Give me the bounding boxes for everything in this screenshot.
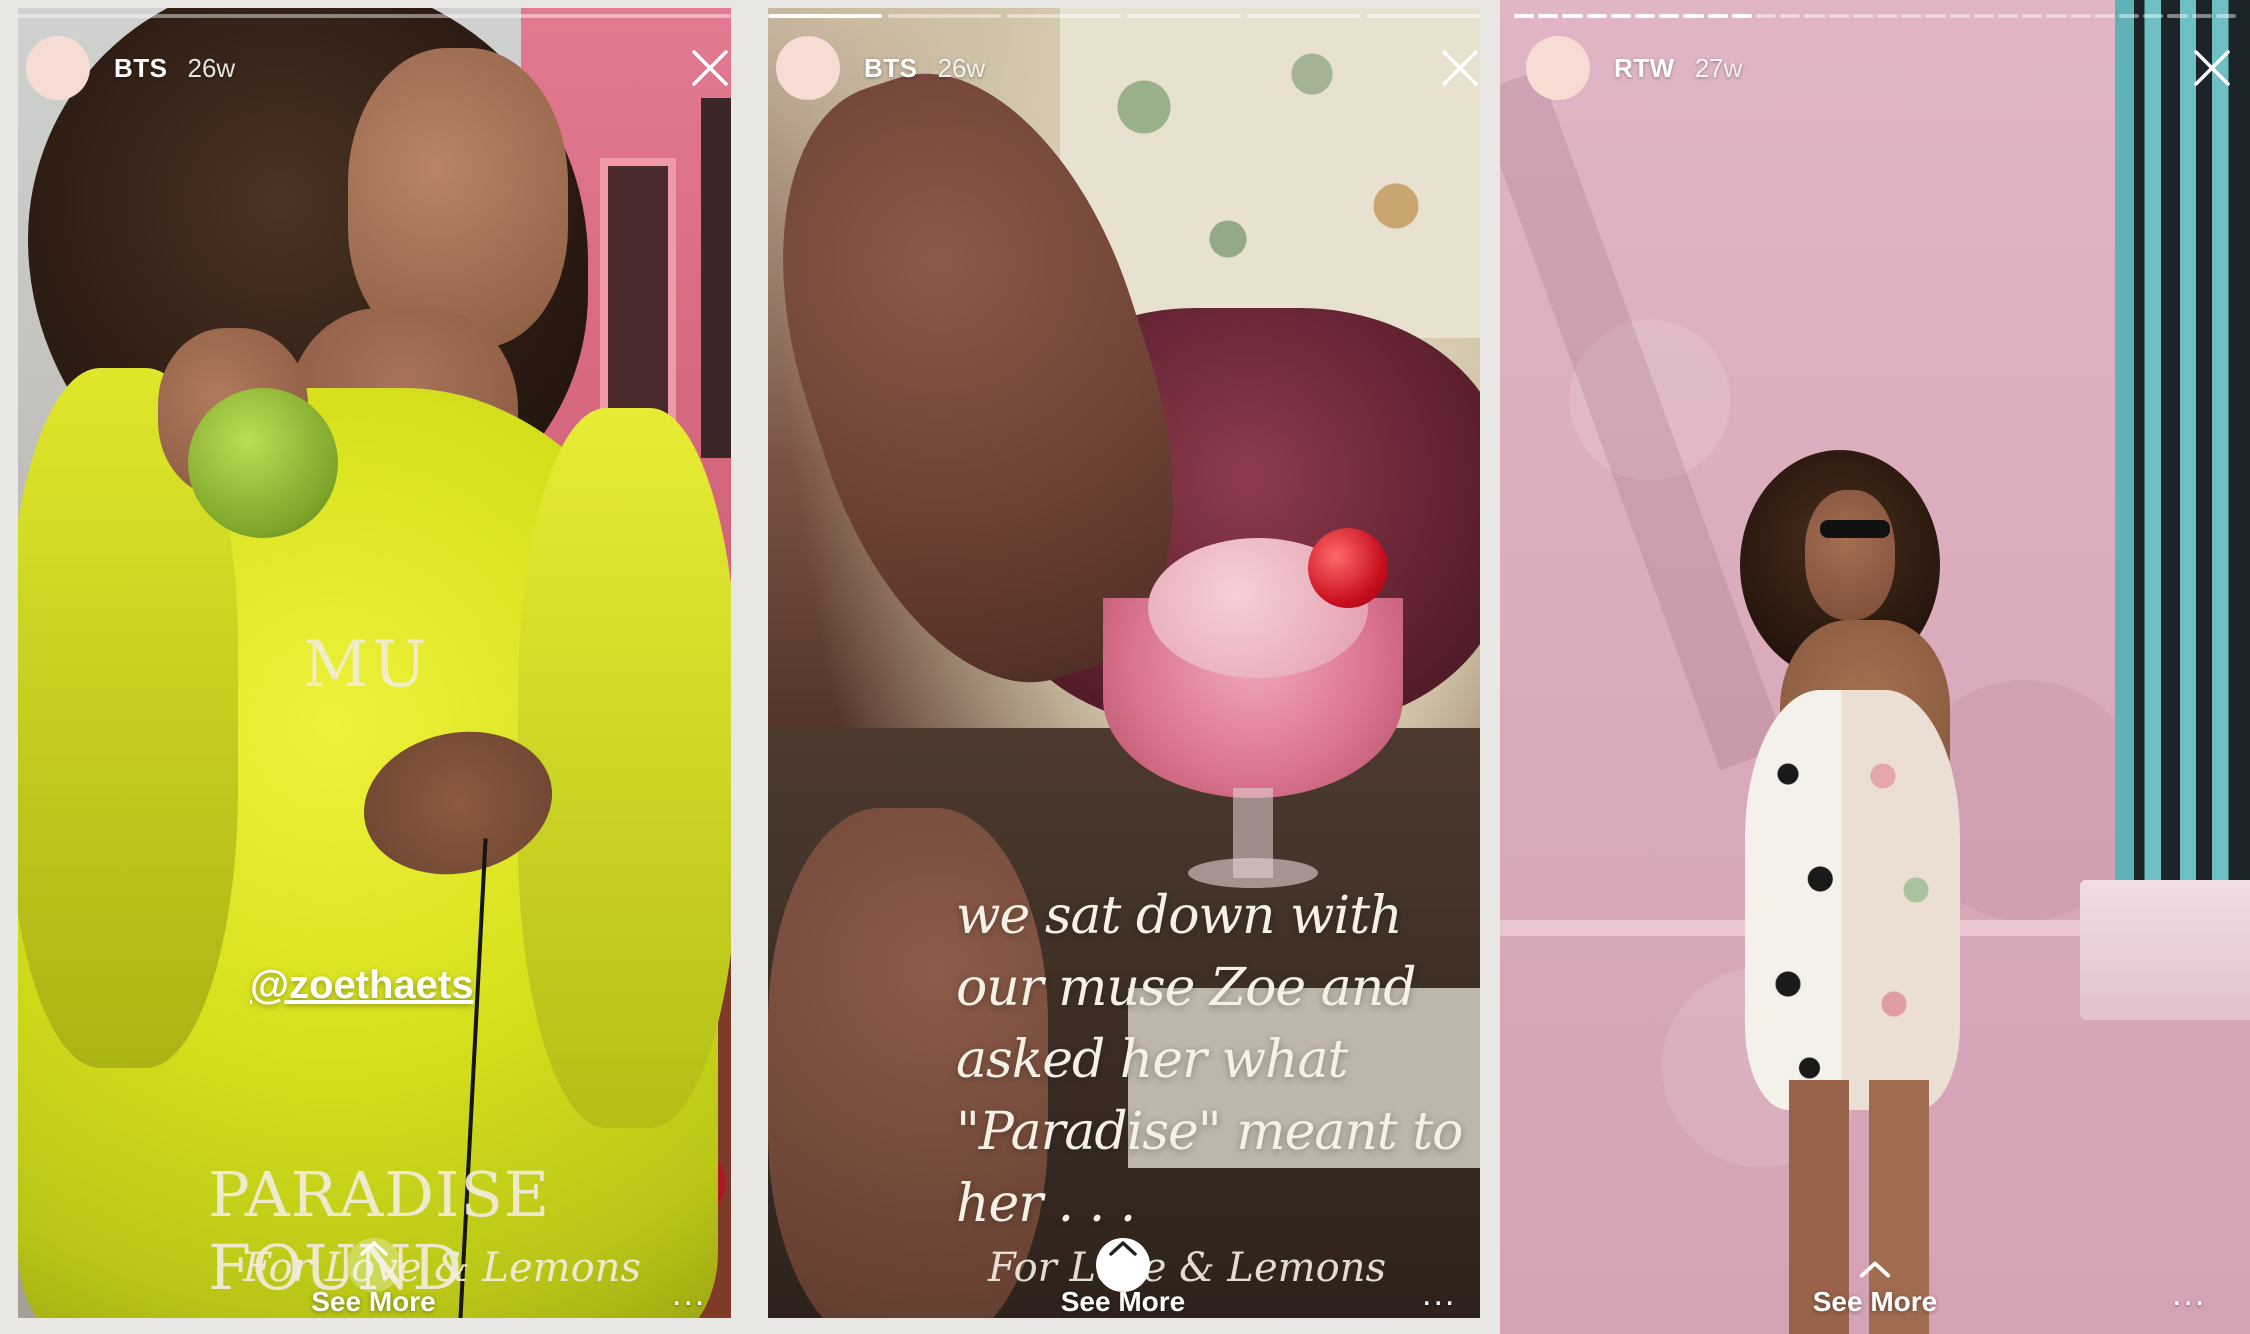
story-panel-1[interactable]: MU @zoethaets PARADISE FOUND For Love & …: [0, 0, 747, 1334]
progress-segment: [18, 14, 731, 18]
story-header: RTW 27w: [1526, 36, 1742, 100]
post-age: 26w: [187, 52, 236, 83]
dress-sleeve-right: [518, 408, 731, 1128]
progress-segment: [2094, 14, 2116, 18]
progress-segment: [2022, 14, 2043, 18]
story-media-3[interactable]: [1500, 0, 2250, 1334]
teal-window-bars: [2115, 0, 2250, 910]
progress-segment: [1949, 14, 1970, 18]
story-progress-bar: [1514, 14, 2237, 18]
username[interactable]: RTW: [1614, 53, 1675, 84]
progress-segment: [1007, 14, 1122, 18]
see-more-button[interactable]: See More: [0, 1238, 747, 1318]
progress-segment: [1901, 14, 1922, 18]
progress-segment: [1610, 14, 1632, 18]
progress-segment: [2143, 14, 2164, 18]
story-panel-2[interactable]: we sat down with our muse Zoe and asked …: [750, 0, 1496, 1334]
close-button[interactable]: [690, 48, 730, 88]
story-progress-bar: [18, 14, 731, 18]
close-icon: [2194, 50, 2230, 86]
progress-segment: [1707, 14, 1728, 18]
progress-segment: [1731, 14, 1753, 18]
background-window: [600, 158, 676, 434]
close-icon: [1442, 50, 1478, 86]
close-icon: [692, 50, 728, 86]
progress-segment: [1538, 14, 1559, 18]
see-more-button[interactable]: See More: [750, 1238, 1496, 1318]
see-more-label: See More: [1060, 1286, 1186, 1317]
progress-segment: [1635, 14, 1656, 18]
more-options-button[interactable]: ...: [1422, 1277, 1456, 1311]
progress-segment: [1804, 14, 1825, 18]
more-options-button[interactable]: ...: [2172, 1277, 2206, 1311]
progress-segment: [1852, 14, 1874, 18]
story-header: BTS 26w: [776, 36, 985, 100]
story-media-2[interactable]: we sat down with our muse Zoe and asked …: [768, 8, 1480, 1318]
more-dots-icon: ...: [1422, 1275, 1457, 1313]
progress-segment: [2167, 14, 2188, 18]
post-age: 27w: [1694, 52, 1743, 83]
progress-segment: [1659, 14, 1680, 18]
progress-segment: [768, 14, 882, 18]
chevron-up-icon: [1096, 1238, 1150, 1292]
progress-segment: [1562, 14, 1583, 18]
progress-segment: [1973, 14, 1995, 18]
progress-segment: [1366, 14, 1481, 18]
story-header: BTS 26w: [26, 36, 235, 100]
username[interactable]: BTS: [864, 53, 918, 84]
chevron-up-icon: [346, 1238, 401, 1292]
green-apple: [188, 388, 338, 538]
close-button[interactable]: [1440, 48, 1480, 88]
progress-segment: [1828, 14, 1849, 18]
story-progress-bar: [768, 14, 1481, 18]
model-face: [348, 48, 568, 348]
close-button[interactable]: [2192, 48, 2232, 88]
more-dots-icon: ...: [2172, 1275, 2207, 1313]
username[interactable]: BTS: [114, 53, 168, 84]
progress-segment: [1998, 14, 2019, 18]
floral-panel: [1850, 700, 1960, 1080]
see-more-label: See More: [1812, 1286, 1938, 1317]
avatar[interactable]: [1526, 36, 1590, 100]
window-sill: [2080, 880, 2250, 1020]
progress-segment: [1246, 14, 1361, 18]
progress-segment: [2070, 14, 2091, 18]
avatar[interactable]: [776, 36, 840, 100]
see-more-label: See More: [311, 1286, 436, 1317]
story-panel-3[interactable]: RTW 27w See More ...: [1500, 0, 2250, 1334]
progress-segment: [1925, 14, 1946, 18]
post-age: 26w: [937, 52, 986, 83]
progress-segment: [2215, 14, 2237, 18]
progress-segment: [1877, 14, 1898, 18]
progress-segment: [1683, 14, 1704, 18]
progress-segment: [1514, 14, 1535, 18]
progress-segment: [1756, 14, 1777, 18]
progress-segment: [2191, 14, 2212, 18]
overlay-title-text: MU: [303, 628, 431, 702]
story-caption: we sat down with our muse Zoe and asked …: [956, 886, 1463, 1234]
more-options-button[interactable]: ...: [672, 1277, 706, 1311]
cherry: [1308, 528, 1388, 608]
sunglasses: [1820, 520, 1890, 538]
progress-segment: [2046, 14, 2067, 18]
progress-segment: [1127, 14, 1241, 18]
story-media-1[interactable]: MU @zoethaets PARADISE FOUND For Love & …: [18, 8, 731, 1318]
mention-tag[interactable]: @zoethaets: [250, 963, 474, 1008]
background-window: [701, 98, 731, 458]
progress-segment: [1780, 14, 1801, 18]
progress-segment: [887, 14, 1002, 18]
model-face: [1805, 490, 1895, 620]
more-dots-icon: ...: [672, 1275, 707, 1313]
see-more-button[interactable]: See More: [1500, 1258, 2250, 1318]
progress-segment: [1586, 14, 1607, 18]
avatar[interactable]: [26, 36, 90, 100]
progress-segment: [2119, 14, 2140, 18]
